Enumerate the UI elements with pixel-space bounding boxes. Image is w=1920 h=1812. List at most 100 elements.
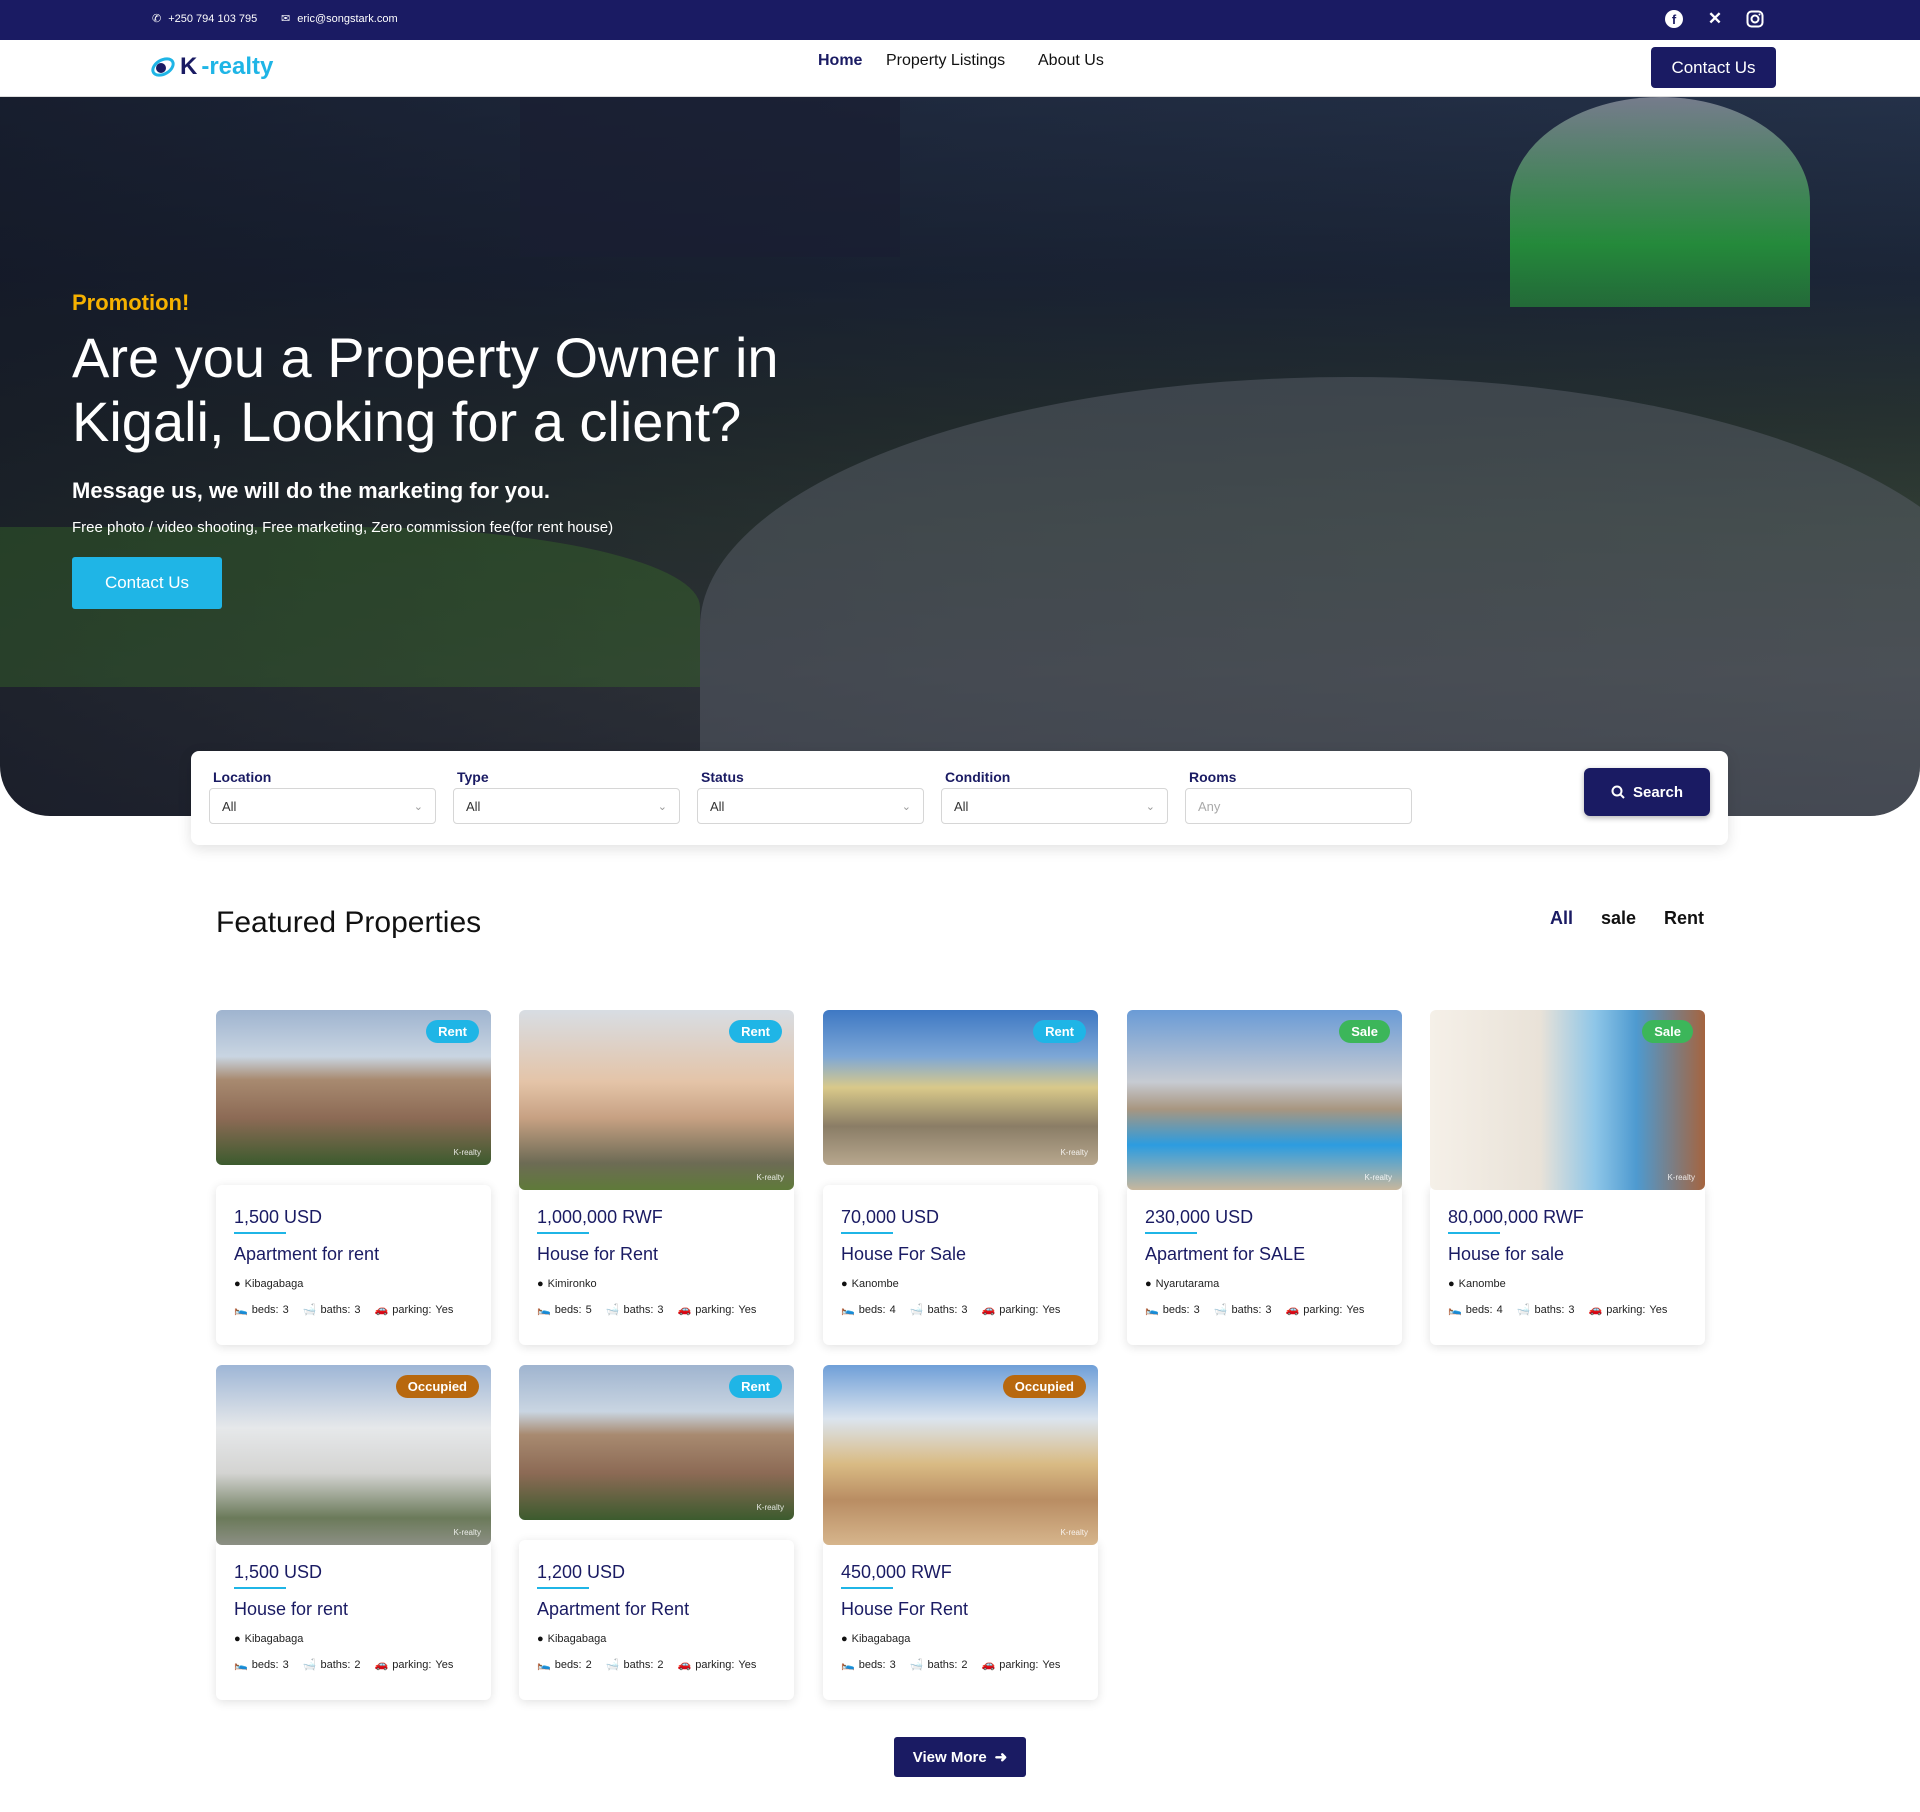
baths-value: 3 (1568, 1303, 1575, 1316)
location-select[interactable]: All ⌄ (209, 788, 436, 824)
view-more-button[interactable]: View More ➜ (894, 1737, 1026, 1777)
property-title[interactable]: House for Rent (537, 1244, 658, 1265)
nav-about-us[interactable]: About Us (1038, 52, 1104, 70)
nav-property-listings[interactable]: Property Listings (886, 52, 1005, 70)
property-title[interactable]: House for rent (234, 1599, 348, 1620)
beds-value: 3 (282, 1303, 289, 1316)
parking-feature: 🚗 parking: Yes (678, 1658, 757, 1672)
baths-value: 3 (354, 1303, 361, 1316)
property-image[interactable]: Sale K-realty (1430, 1010, 1705, 1190)
beds-value: 3 (889, 1658, 896, 1671)
car-icon: 🚗 (981, 1659, 996, 1671)
property-title[interactable]: Apartment for Rent (537, 1599, 689, 1620)
property-card-body: 450,000 RWF House For Rent ● Kibagabaga … (823, 1540, 1098, 1700)
search-button[interactable]: Search (1584, 768, 1710, 816)
property-image[interactable]: Rent K-realty (216, 1010, 491, 1165)
bath-icon: 🛁 (909, 1304, 924, 1316)
property-title[interactable]: House For Sale (841, 1244, 966, 1265)
k-realty-watermark: K-realty (453, 1148, 481, 1157)
map-pin-icon: ● (1145, 1278, 1152, 1290)
rooms-input[interactable]: Any (1185, 788, 1412, 824)
facebook-icon[interactable]: f (1663, 8, 1685, 30)
car-icon: 🚗 (374, 1304, 389, 1316)
nav-home[interactable]: Home (818, 52, 862, 70)
search-icon (1611, 785, 1625, 799)
bed-icon: 🛌 (234, 1659, 248, 1671)
parking-label: parking: (695, 1658, 735, 1671)
condition-select[interactable]: All ⌄ (941, 788, 1168, 824)
price-underline (1145, 1232, 1197, 1234)
property-location: ● Kibagabaga (234, 1633, 303, 1645)
baths-feature: 🛁 baths: 3 (1516, 1303, 1575, 1317)
bath-icon: 🛁 (1516, 1304, 1531, 1316)
property-title[interactable]: House For Rent (841, 1599, 968, 1620)
beds-value: 4 (1496, 1303, 1503, 1316)
email-contact[interactable]: ✉ eric@songstark.com (281, 12, 398, 26)
status-value: All (710, 798, 725, 814)
parking-feature: 🚗 parking: Yes (677, 1303, 757, 1317)
hero-contact-button[interactable]: Contact Us (72, 557, 222, 609)
filter-rent[interactable]: Rent (1664, 908, 1704, 929)
location-label: Location (213, 769, 272, 785)
nav-contact-button[interactable]: Contact Us (1651, 47, 1776, 88)
property-title[interactable]: House for sale (1448, 1244, 1564, 1265)
beds-value: 4 (889, 1303, 896, 1316)
baths-value: 2 (354, 1658, 361, 1671)
property-location: ● Kibagabaga (537, 1633, 606, 1645)
location-text: Nyarutarama (1155, 1278, 1220, 1290)
k-realty-logo[interactable]: K -realty (150, 53, 273, 81)
chevron-down-icon: ⌄ (901, 800, 911, 813)
property-features: 🛌 beds: 3 🛁 baths: 3 🚗 parking: Yes (234, 1303, 453, 1317)
car-icon: 🚗 (1588, 1304, 1603, 1316)
baths-label: baths: (927, 1658, 958, 1671)
property-image[interactable]: Rent K-realty (519, 1010, 794, 1190)
property-price: 1,500 USD (234, 1562, 323, 1582)
property-features: 🛌 beds: 4 🛁 baths: 3 🚗 parking: Yes (1448, 1303, 1668, 1317)
phone-icon: ✆ (152, 13, 162, 25)
hero-background-dome (1510, 97, 1810, 307)
filter-sale[interactable]: sale (1601, 908, 1636, 929)
location-text: Kibagabaga (244, 1633, 304, 1645)
property-title[interactable]: Apartment for rent (234, 1244, 379, 1265)
baths-feature: 🛁 baths: 3 (303, 1303, 361, 1317)
k-realty-watermark: K-realty (1667, 1173, 1695, 1182)
x-icon[interactable]: ✕ (1704, 8, 1726, 30)
status-filter: Status All ⌄ (697, 769, 924, 824)
baths-value: 2 (961, 1658, 968, 1671)
parking-feature: 🚗 parking: Yes (982, 1303, 1061, 1317)
filter-all[interactable]: All (1550, 908, 1573, 929)
status-select[interactable]: All ⌄ (697, 788, 924, 824)
rooms-filter: Rooms Any (1185, 769, 1412, 824)
beds-feature: 🛌 beds: 2 (537, 1658, 592, 1672)
property-image[interactable]: Occupied K-realty (823, 1365, 1098, 1545)
property-card-body: 1,000,000 RWF House for Rent ● Kimironko… (519, 1185, 794, 1345)
parking-feature: 🚗 parking: Yes (1588, 1303, 1668, 1317)
baths-label: baths: (1534, 1303, 1565, 1316)
property-title[interactable]: Apartment for SALE (1145, 1244, 1305, 1265)
instagram-icon[interactable] (1744, 8, 1766, 30)
baths-label: baths: (320, 1658, 351, 1671)
car-icon: 🚗 (677, 1304, 692, 1316)
baths-value: 3 (657, 1303, 664, 1316)
status-badge: Rent (729, 1375, 782, 1398)
parking-label: parking: (1303, 1303, 1343, 1316)
property-image[interactable]: Occupied K-realty (216, 1365, 491, 1545)
arrow-right-icon: ➜ (994, 1749, 1008, 1766)
bed-icon: 🛌 (1448, 1304, 1462, 1316)
parking-value: Yes (738, 1303, 757, 1316)
property-image[interactable]: Sale K-realty (1127, 1010, 1402, 1190)
property-price: 450,000 RWF (841, 1562, 952, 1582)
k-realty-watermark: K-realty (1060, 1148, 1088, 1157)
bed-icon: 🛌 (841, 1304, 855, 1316)
property-card-body: 230,000 USD Apartment for SALE ● Nyaruta… (1127, 1185, 1402, 1345)
parking-value: Yes (1649, 1303, 1668, 1316)
phone-contact[interactable]: ✆ +250 794 103 795 (152, 12, 257, 26)
type-select[interactable]: All ⌄ (453, 788, 680, 824)
bed-icon: 🛌 (1145, 1304, 1159, 1316)
property-features: 🛌 beds: 3 🛁 baths: 2 🚗 parking: Yes (841, 1658, 1060, 1672)
property-image[interactable]: Rent K-realty (823, 1010, 1098, 1165)
parking-label: parking: (1606, 1303, 1646, 1316)
property-image[interactable]: Rent K-realty (519, 1365, 794, 1520)
featured-properties-title: Featured Properties (216, 906, 482, 939)
property-price: 230,000 USD (1145, 1207, 1254, 1227)
